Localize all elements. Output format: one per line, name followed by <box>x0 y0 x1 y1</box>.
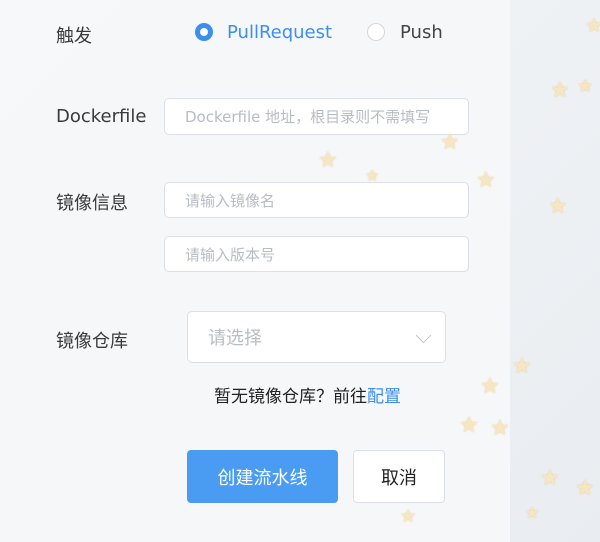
registry-hint: 暂无镜像仓库？前往配置 <box>214 382 401 407</box>
radio-pullrequest-label[interactable]: PullRequest <box>227 22 332 43</box>
create-pipeline-button[interactable]: 创建流水线 <box>187 450 338 503</box>
registry-hint-text: 暂无镜像仓库？前往 <box>214 387 367 407</box>
star-decoration-icon: ★ <box>548 194 568 219</box>
registry-select[interactable]: 请选择 <box>187 311 446 363</box>
dockerfile-label: Dockerfile <box>56 106 147 127</box>
star-decoration-icon: ★ <box>400 506 417 527</box>
star-decoration-icon: ★ <box>476 168 496 193</box>
star-decoration-icon: ★ <box>512 354 532 379</box>
star-decoration-icon: ★ <box>585 13 600 37</box>
star-decoration-icon: ★ <box>575 476 595 501</box>
star-decoration-icon: ★ <box>459 413 479 438</box>
cancel-button[interactable]: 取消 <box>353 450 445 503</box>
chevron-down-icon <box>415 327 432 344</box>
star-decoration-icon: ★ <box>540 466 560 491</box>
star-decoration-icon: ★ <box>440 130 460 155</box>
image-info-label: 镜像信息 <box>56 193 128 214</box>
dockerfile-path-input[interactable]: Dockerfile 地址，根目录则不需填写 <box>164 98 469 135</box>
star-decoration-icon: ★ <box>480 374 500 399</box>
configure-link[interactable]: 配置 <box>367 387 401 407</box>
registry-label: 镜像仓库 <box>56 331 128 352</box>
star-decoration-icon: ★ <box>365 166 380 185</box>
trigger-label: 触发 <box>56 26 92 47</box>
star-decoration-icon: ★ <box>490 416 510 441</box>
radio-push[interactable] <box>367 23 385 41</box>
star-decoration-icon: ★ <box>318 148 338 173</box>
radio-pullrequest[interactable] <box>195 23 213 41</box>
star-decoration-icon: ★ <box>525 503 540 522</box>
registry-select-placeholder: 请选择 <box>208 328 262 349</box>
radio-push-label[interactable]: Push <box>400 22 443 43</box>
star-decoration-icon: ★ <box>577 76 594 97</box>
star-decoration-icon: ★ <box>550 78 570 103</box>
image-name-input[interactable]: 请输入镜像名 <box>164 182 469 218</box>
image-version-input[interactable]: 请输入版本号 <box>164 236 469 272</box>
